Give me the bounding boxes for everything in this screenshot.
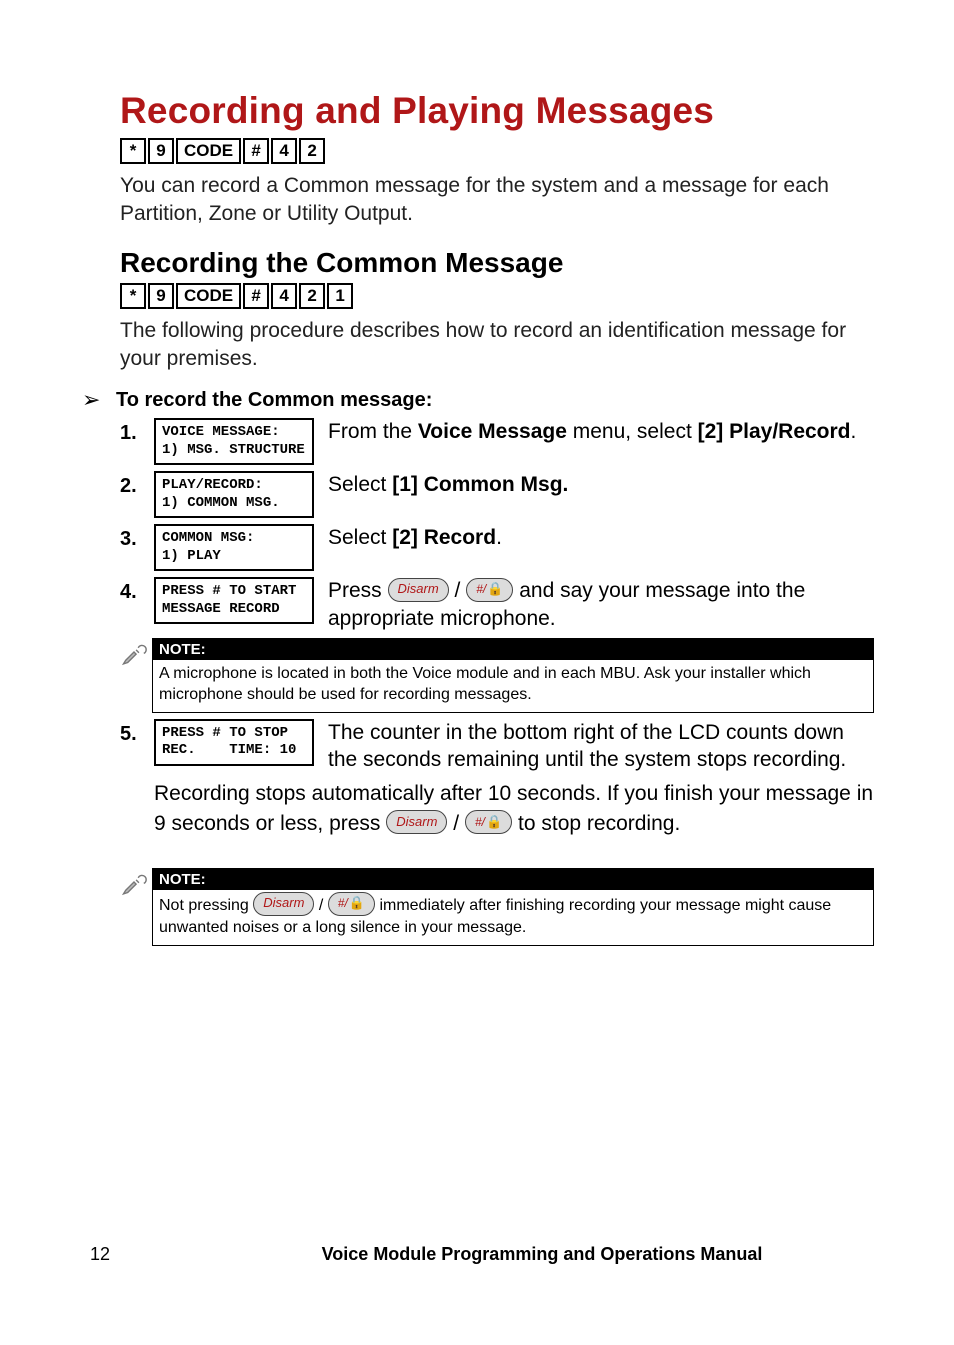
page-number: 12 — [80, 1244, 210, 1265]
lcd-display: PRESS # TO START MESSAGE RECORD — [154, 577, 314, 624]
page-title: Recording and Playing Messages — [80, 90, 874, 132]
hash-lock-button-icon: #/🔒 — [465, 810, 512, 834]
step-1: 1. VOICE MESSAGE: 1) MSG. STRUCTURE From… — [120, 418, 874, 465]
keypad-key: CODE — [176, 283, 241, 309]
key-sequence-2: *9CODE#421 — [120, 283, 874, 309]
disarm-button-icon: Disarm — [253, 892, 314, 916]
step-number: 4. — [120, 577, 154, 604]
step-text: Select [2] Record. — [328, 524, 874, 551]
note-header: NOTE: — [153, 639, 873, 660]
note-icon — [120, 638, 148, 666]
disarm-button-icon: Disarm — [386, 810, 447, 834]
step-number: 2. — [120, 471, 154, 498]
step-text: From the Voice Message menu, select [2] … — [328, 418, 874, 445]
step-3: 3. COMMON MSG: 1) PLAY Select [2] Record… — [120, 524, 874, 571]
step-number: 3. — [120, 524, 154, 551]
note-header: NOTE: — [153, 869, 873, 890]
keypad-key: CODE — [176, 138, 241, 164]
step-text: The counter in the bottom right of the L… — [328, 719, 874, 774]
lcd-display: PLAY/RECORD: 1) COMMON MSG. — [154, 471, 314, 518]
note-body: Not pressing Disarm / #/🔒 immediately af… — [153, 890, 873, 945]
arrow-icon: ➢ — [80, 389, 108, 411]
keypad-key: * — [120, 283, 146, 309]
section-intro: The following procedure describes how to… — [120, 317, 874, 374]
step-2: 2. PLAY/RECORD: 1) COMMON MSG. Select [1… — [120, 471, 874, 518]
intro-text: You can record a Common message for the … — [120, 172, 874, 229]
keypad-key: # — [243, 283, 269, 309]
step-text: Press Disarm / #/🔒 and say your message … — [328, 577, 874, 632]
step-4: 4. PRESS # TO START MESSAGE RECORD Press… — [120, 577, 874, 632]
hash-lock-button-icon: #/🔒 — [328, 892, 375, 916]
keypad-key: 1 — [327, 283, 353, 309]
keypad-key: 2 — [299, 138, 325, 164]
keypad-key: 9 — [148, 283, 174, 309]
footer-title: Voice Module Programming and Operations … — [210, 1244, 874, 1265]
section-heading: Recording the Common Message — [80, 247, 874, 279]
step-5: 5. PRESS # TO STOP REC. TIME: 10 The cou… — [120, 719, 874, 774]
note-body: A microphone is located in both the Voic… — [153, 660, 873, 712]
lcd-display: VOICE MESSAGE: 1) MSG. STRUCTURE — [154, 418, 314, 465]
lcd-display: PRESS # TO STOP REC. TIME: 10 — [154, 719, 314, 766]
hash-lock-button-icon: #/🔒 — [466, 578, 513, 602]
continuation-text: Recording stops automatically after 10 s… — [154, 779, 874, 838]
keypad-key: 4 — [271, 283, 297, 309]
keypad-key: 4 — [271, 138, 297, 164]
disarm-button-icon: Disarm — [388, 578, 449, 602]
procedure-title: To record the Common message: — [116, 389, 432, 412]
keypad-key: 2 — [299, 283, 325, 309]
lcd-display: COMMON MSG: 1) PLAY — [154, 524, 314, 571]
note-icon — [120, 868, 148, 896]
key-sequence-1: *9CODE#42 — [120, 138, 874, 164]
keypad-key: 9 — [148, 138, 174, 164]
keypad-key: # — [243, 138, 269, 164]
step-number: 1. — [120, 418, 154, 445]
step-number: 5. — [120, 719, 154, 746]
step-text: Select [1] Common Msg. — [328, 471, 874, 498]
keypad-key: * — [120, 138, 146, 164]
